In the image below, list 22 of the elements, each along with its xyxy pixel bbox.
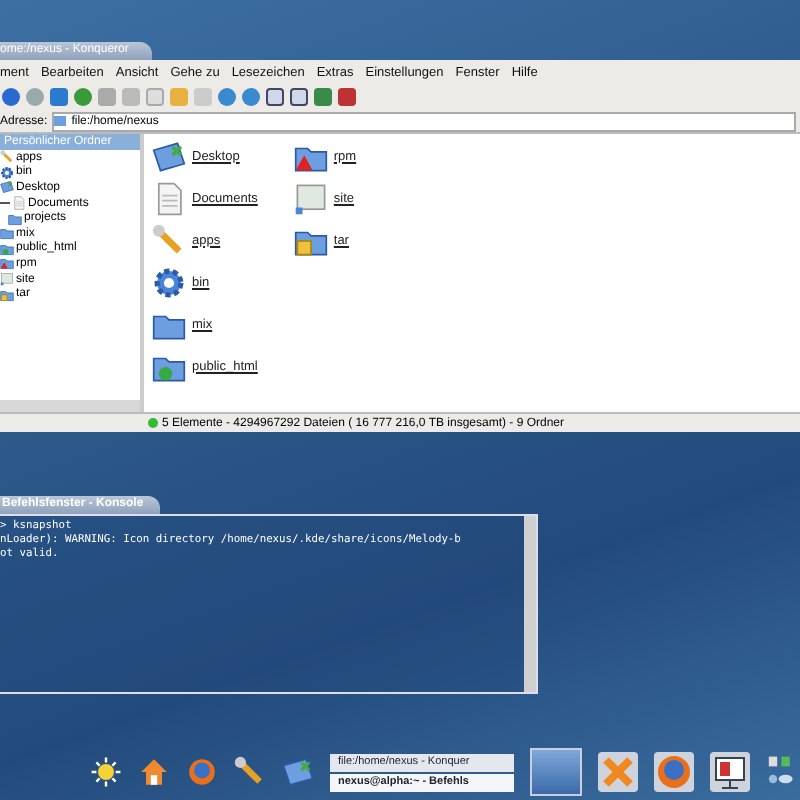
scrollbar[interactable] bbox=[0, 400, 140, 412]
globe-icon[interactable] bbox=[186, 756, 218, 788]
cross-icon[interactable] bbox=[598, 752, 638, 792]
status-light-icon bbox=[148, 418, 158, 428]
screen-icon bbox=[0, 272, 14, 287]
monitor-icon[interactable] bbox=[710, 752, 750, 792]
screen-icon bbox=[293, 181, 328, 215]
globe-icon[interactable] bbox=[654, 752, 694, 792]
document-icon bbox=[12, 196, 26, 211]
desktop-folder-icon[interactable] bbox=[282, 756, 314, 788]
globe-folder-icon bbox=[0, 241, 14, 256]
desktop-pager[interactable] bbox=[530, 748, 582, 796]
box-folder-icon bbox=[0, 287, 14, 302]
warning-folder-icon bbox=[0, 256, 14, 271]
sun-icon[interactable] bbox=[90, 756, 122, 788]
desktop-folder-icon bbox=[152, 139, 186, 173]
expand-toggle[interactable] bbox=[0, 198, 10, 209]
gear-icon bbox=[0, 165, 14, 180]
scrollbar[interactable] bbox=[524, 516, 536, 692]
gear-icon bbox=[152, 265, 186, 299]
desktop-folder-icon bbox=[0, 180, 14, 195]
folder-icon bbox=[53, 116, 66, 126]
